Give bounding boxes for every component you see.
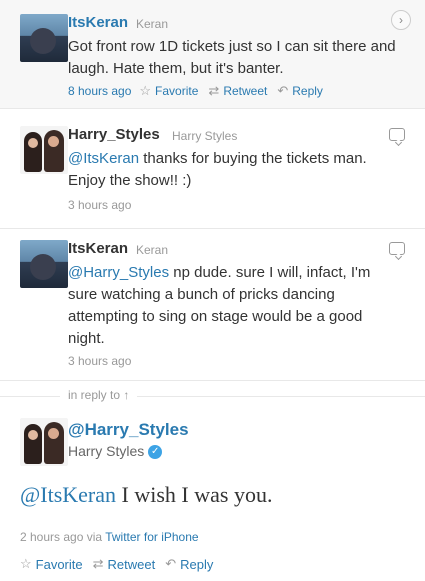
reply-icon: ↶ <box>165 556 177 571</box>
tweet-realname: Harry Styles <box>172 129 238 143</box>
via-label: via <box>86 530 103 544</box>
mention-link[interactable]: @Harry_Styles <box>68 264 169 281</box>
tweet-text: @Harry_Styles np dude. sure I will, infa… <box>68 262 398 350</box>
favorite-label: Favorite <box>35 556 83 572</box>
speech-bubble-icon[interactable] <box>389 242 405 255</box>
retweet-icon: ⇄ <box>208 83 220 98</box>
tweet-1[interactable]: ItsKeran Keran › Got front row 1D ticket… <box>0 0 425 109</box>
tweet-time[interactable]: 3 hours ago <box>68 198 131 212</box>
main-tweet-text: @ItsKeran I wish I was you. <box>20 482 272 508</box>
favorite-button[interactable]: ☆ Favorite <box>20 556 83 572</box>
main-tweet-meta: 2 hours ago via Twitter for iPhone <box>20 530 199 544</box>
main-username[interactable]: @Harry_Styles <box>68 420 189 440</box>
main-realname-row: Harry Styles ✓ <box>68 443 163 460</box>
main-tweet-body: I wish I was you. <box>116 482 273 507</box>
chevron-right-icon[interactable]: › <box>391 10 411 30</box>
reply-button[interactable]: ↶ Reply <box>277 83 323 99</box>
favorite-label: Favorite <box>155 84 199 98</box>
tweet-2[interactable]: Harry_Styles Harry Styles @ItsKeran than… <box>0 116 425 229</box>
source-link[interactable]: Twitter for iPhone <box>105 530 198 544</box>
tweet-username[interactable]: ItsKeran <box>68 240 128 257</box>
tweet-actions: 8 hours ago ☆ Favorite ⇄ Retweet ↶ Reply <box>68 83 333 99</box>
star-icon: ☆ <box>20 556 32 571</box>
star-icon: ☆ <box>139 83 152 98</box>
reply-button[interactable]: ↶ Reply <box>165 556 213 572</box>
tweet-realname: Keran <box>136 17 169 31</box>
in-reply-to-link[interactable]: in reply to ↑ <box>60 388 138 402</box>
tweet-realname: Keran <box>136 243 169 257</box>
speech-bubble-icon[interactable] <box>389 128 405 141</box>
retweet-label: Retweet <box>223 84 268 98</box>
tweet-username[interactable]: Harry_Styles <box>68 126 160 143</box>
retweet-label: Retweet <box>107 556 156 572</box>
tweet-text: @ItsKeran thanks for buying the tickets … <box>68 148 398 192</box>
avatar-harry-styles[interactable] <box>20 418 68 466</box>
avatar-itskeran[interactable] <box>20 240 68 288</box>
avatar-itskeran[interactable] <box>20 14 68 62</box>
mention-link[interactable]: @ItsKeran <box>68 150 139 167</box>
verified-badge-icon: ✓ <box>148 445 163 460</box>
reply-label: Reply <box>180 556 214 572</box>
tweet-text: Got front row 1D tickets just so I can s… <box>68 38 396 77</box>
in-reply-to-divider: in reply to ↑ <box>0 386 425 406</box>
reply-label: Reply <box>292 84 323 98</box>
retweet-button[interactable]: ⇄ Retweet <box>93 556 156 572</box>
tweet-time[interactable]: 8 hours ago <box>68 84 131 98</box>
mention-link[interactable]: @ItsKeran <box>20 482 116 507</box>
tweet-3[interactable]: ItsKeran Keran @Harry_Styles np dude. su… <box>0 232 425 381</box>
main-tweet-actions: ☆ Favorite ⇄ Retweet ↶ Reply <box>20 556 223 572</box>
tweet-username[interactable]: ItsKeran <box>68 14 128 31</box>
reply-icon: ↶ <box>277 83 289 98</box>
retweet-icon: ⇄ <box>92 556 104 571</box>
main-tweet-time[interactable]: 2 hours ago <box>20 530 83 544</box>
tweet-time[interactable]: 3 hours ago <box>68 354 131 368</box>
avatar-harry-styles[interactable] <box>20 126 68 174</box>
main-realname: Harry Styles <box>68 443 145 459</box>
retweet-button[interactable]: ⇄ Retweet <box>208 83 267 99</box>
favorite-button[interactable]: ☆ Favorite <box>139 83 198 99</box>
